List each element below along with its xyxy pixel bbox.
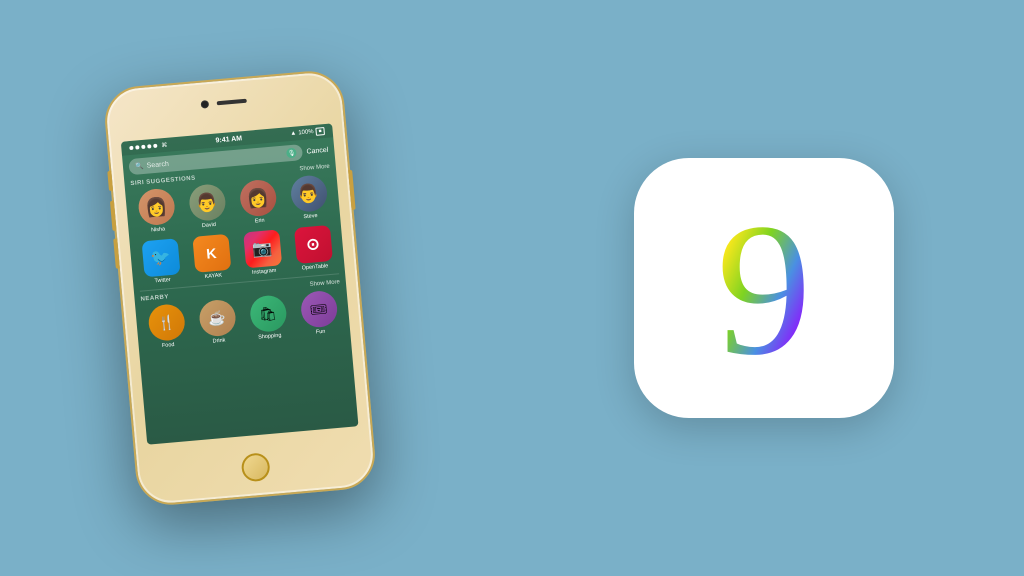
kayak-label: KAYAK (204, 273, 222, 281)
instagram-label: Instagram (252, 268, 277, 276)
shopping-label: Shopping (258, 333, 282, 341)
drink-label: Drink (212, 337, 225, 344)
iphone-screen: ⌘ 9:41 AM ▲ 100% ■ 🔍 Search 🎙 Cancel (121, 123, 359, 444)
status-bar-right: ▲ 100% ■ (290, 127, 325, 138)
nearby-drink[interactable]: ☕ Drink (192, 298, 243, 346)
nearby-shopping[interactable]: 🛍 Shopping (243, 294, 294, 342)
svg-text:9: 9 (717, 188, 812, 388)
signal-dot-2 (135, 145, 139, 149)
contact-erin-label: Erin (255, 218, 265, 225)
avatar-steve: 👨 (289, 174, 328, 213)
iphone-top-bar (201, 97, 248, 109)
battery-percent: 100% (298, 129, 314, 136)
volume-down-button (113, 239, 120, 269)
avatar-nisha: 👩 (137, 188, 176, 227)
location-icon: ▲ (290, 131, 296, 137)
battery-icon: ■ (315, 127, 325, 136)
shopping-icon: 🛍 (248, 294, 287, 333)
volume-up-button (110, 201, 117, 231)
app-opentable[interactable]: ⊙ OpenTable (288, 224, 339, 272)
app-instagram[interactable]: 📷 Instagram (237, 229, 288, 277)
drink-icon: ☕ (198, 299, 237, 338)
fun-icon: 🎟 (299, 290, 338, 329)
contact-erin[interactable]: 👩 Erin (233, 178, 284, 226)
avatar-erin: 👩 (238, 179, 277, 218)
fun-label: Fun (316, 329, 326, 336)
front-camera (201, 100, 210, 109)
status-bar-left: ⌘ (129, 141, 167, 151)
signal-dot-4 (147, 144, 151, 148)
twitter-app-icon: 🐦 (141, 238, 180, 277)
search-icon: 🔍 (135, 162, 144, 171)
signal-dot-5 (153, 144, 157, 148)
ios9-number-nine: 9 (664, 188, 864, 388)
power-button (348, 170, 355, 210)
iphone-body: ⌘ 9:41 AM ▲ 100% ■ 🔍 Search 🎙 Cancel (102, 68, 378, 507)
opentable-app-icon: ⊙ (293, 225, 332, 264)
food-label: Food (162, 342, 175, 349)
app-kayak[interactable]: K KAYAK (186, 233, 237, 281)
home-button[interactable] (241, 452, 271, 482)
contact-david-label: David (202, 222, 217, 229)
instagram-app-icon: 📷 (243, 229, 282, 268)
nearby-title: NEARBY (140, 294, 169, 302)
earpiece-speaker (217, 99, 247, 106)
contact-nisha-label: Nisha (151, 226, 166, 233)
mute-switch (107, 171, 113, 191)
avatar-david: 👨 (187, 183, 226, 222)
ios9-logo: 9 (634, 158, 894, 418)
iphone-device: ⌘ 9:41 AM ▲ 100% ■ 🔍 Search 🎙 Cancel (102, 68, 378, 507)
signal-dot-3 (141, 145, 145, 149)
twitter-label: Twitter (154, 277, 171, 284)
app-twitter[interactable]: 🐦 Twitter (136, 238, 187, 286)
food-icon: 🍴 (147, 303, 186, 342)
nearby-food[interactable]: 🍴 Food (141, 303, 192, 351)
cancel-button[interactable]: Cancel (306, 146, 328, 155)
contact-david[interactable]: 👨 David (182, 183, 233, 231)
signal-dot-1 (129, 146, 133, 150)
microphone-icon[interactable]: 🎙 (286, 148, 297, 159)
search-placeholder: Search (146, 160, 169, 169)
contact-nisha[interactable]: 👩 Nisha (131, 187, 182, 235)
opentable-label: OpenTable (301, 263, 328, 271)
nearby-fun[interactable]: 🎟 Fun (294, 289, 345, 337)
contact-steve[interactable]: 👨 Steve (284, 174, 335, 222)
kayak-app-icon: K (192, 234, 231, 273)
contact-steve-label: Steve (303, 213, 318, 220)
